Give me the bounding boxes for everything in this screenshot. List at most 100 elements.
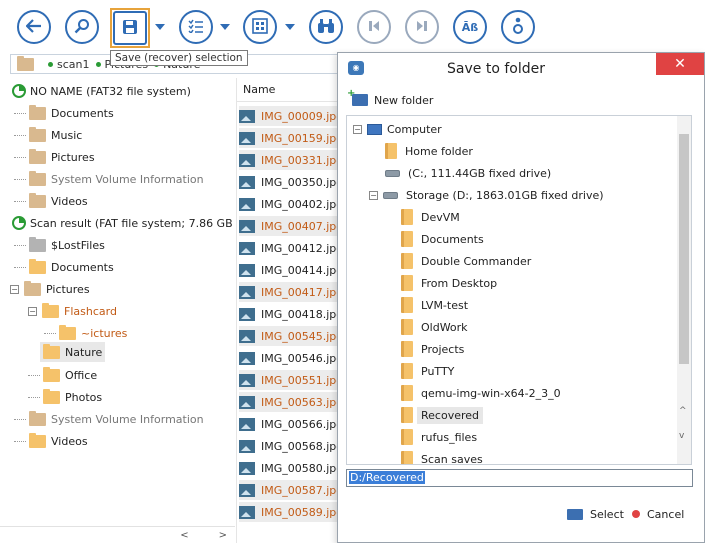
destination-path-input[interactable]: D:/Recovered	[346, 469, 693, 487]
select-list-button[interactable]	[179, 10, 213, 44]
folder-icon	[29, 410, 46, 426]
tree-item-scan-documents[interactable]: Documents	[14, 256, 114, 278]
tree-item-scan-videos[interactable]: Videos	[14, 430, 88, 452]
file-name: IMG_00412.jpg	[261, 241, 338, 255]
file-row[interactable]: IMG_00407.jpg	[239, 216, 338, 236]
breadcrumb-folder-icon	[17, 55, 34, 71]
tree-item-music[interactable]: Music	[14, 124, 82, 146]
save-dropdown-arrow[interactable]	[155, 24, 165, 30]
folder-icon	[401, 297, 413, 313]
tree-item-nature[interactable]: Nature	[40, 342, 106, 362]
image-file-icon	[239, 505, 255, 519]
file-row[interactable]: IMG_00402.jpg	[239, 194, 338, 214]
file-name: IMG_00331.jpg	[261, 153, 338, 167]
scroll-down-button[interactable]: v	[679, 431, 684, 441]
image-file-icon	[239, 263, 255, 277]
file-row[interactable]: IMG_00417.jpg	[239, 282, 338, 302]
file-row[interactable]: IMG_00546.jpg	[239, 348, 338, 368]
tree-item-documents[interactable]: Documents	[14, 102, 114, 124]
file-row[interactable]: IMG_00159.jpg	[239, 128, 338, 148]
file-row[interactable]: IMG_00412.jpg	[239, 238, 338, 258]
tree-node-home[interactable]: Home folder	[385, 140, 473, 162]
cancel-button[interactable]: Cancel	[632, 505, 684, 523]
tree-node-folder[interactable]: From Desktop	[401, 272, 497, 294]
file-row[interactable]: IMG_00545.jpg	[239, 326, 338, 346]
tree-item-pictures[interactable]: Pictures	[14, 146, 95, 168]
tree-node-folder[interactable]: qemu-img-win-x64-2_3_0	[401, 382, 561, 404]
grid-view-icon	[252, 17, 268, 37]
folder-name: From Desktop	[421, 276, 498, 290]
dialog-title-bar: ◉ Save to folder ✕	[338, 53, 704, 85]
tree-node-folder[interactable]: Projects	[401, 338, 464, 360]
file-row[interactable]: IMG_00418.jpg	[239, 304, 338, 324]
tree-item-videos[interactable]: Videos	[14, 190, 88, 212]
dialog-tree-scrollbar[interactable]: ^ v	[677, 116, 691, 464]
file-row[interactable]: IMG_00587.jpg	[239, 480, 338, 500]
file-row[interactable]: IMG_00568.jpg	[239, 436, 338, 456]
back-button[interactable]	[17, 10, 51, 44]
info-button[interactable]	[501, 10, 535, 44]
tree-item-scan-sysvol[interactable]: System Volume Information	[14, 408, 204, 430]
tree-item-sysvol[interactable]: System Volume Information	[14, 168, 204, 190]
folder-icon	[59, 324, 76, 340]
scroll-up-button[interactable]: ^	[679, 406, 687, 416]
search-button[interactable]	[65, 10, 99, 44]
select-dropdown-arrow[interactable]	[220, 24, 230, 30]
close-button[interactable]: ✕	[656, 53, 704, 75]
tree-horizontal-scrollbar[interactable]: < >	[0, 526, 235, 543]
folder-icon	[401, 231, 413, 247]
file-row[interactable]: IMG_00566.jpg	[239, 414, 338, 434]
view-mode-button[interactable]	[243, 10, 277, 44]
new-folder-button[interactable]: New folder	[347, 88, 433, 109]
tree-node-folder[interactable]: Scan saves	[401, 448, 483, 464]
folder-icon	[401, 429, 413, 445]
file-row[interactable]: IMG_00414.jpg	[239, 260, 338, 280]
tree-node-folder[interactable]: OldWork	[401, 316, 468, 338]
file-row[interactable]: IMG_00551.jpg	[239, 370, 338, 390]
tree-node-folder[interactable]: PuTTY	[401, 360, 454, 382]
tree-volume-noname[interactable]: NO NAME (FAT32 file system)	[12, 80, 191, 102]
tree-node-storage[interactable]: − Storage (D:, 1863.01GB fixed drive)	[369, 184, 604, 206]
tree-item-office[interactable]: Office	[28, 364, 97, 386]
tree-node-folder[interactable]: Documents	[401, 228, 484, 250]
previous-button[interactable]	[357, 10, 391, 44]
new-folder-icon	[347, 88, 368, 106]
view-dropdown-arrow[interactable]	[285, 24, 295, 30]
tree-node-folder[interactable]: DevVM	[401, 206, 460, 228]
collapse-icon[interactable]: −	[28, 306, 37, 316]
breadcrumb-item-scan1[interactable]: scan1	[48, 58, 90, 71]
save-recover-button[interactable]	[113, 11, 147, 45]
tree-node-folder[interactable]: LVM-test	[401, 294, 468, 316]
file-name: IMG_00009.jpg	[261, 109, 338, 123]
find-button[interactable]	[309, 10, 343, 44]
tree-node-drive-c[interactable]: (C:, 111.44GB fixed drive)	[385, 162, 551, 184]
scrollbar-thumb[interactable]	[679, 134, 689, 364]
select-button[interactable]: Select	[567, 505, 624, 523]
collapse-icon[interactable]: −	[10, 284, 19, 294]
file-row[interactable]: IMG_00331.jpg	[239, 150, 338, 170]
encoding-button[interactable]: Āß	[453, 10, 487, 44]
tree-node-computer[interactable]: − Computer	[353, 118, 442, 140]
tree-item-lostfiles[interactable]: $LostFiles	[14, 234, 105, 256]
file-row[interactable]: IMG_00563.jpg	[239, 392, 338, 412]
tree-item-scan-pictures[interactable]: − Pictures	[10, 278, 90, 300]
tree-item-photos[interactable]: Photos	[28, 386, 102, 408]
tree-node-folder[interactable]: Double Commander	[401, 250, 531, 272]
collapse-icon[interactable]: −	[353, 124, 362, 134]
tree-item-tilde-pictures[interactable]: ~ictures	[44, 322, 127, 344]
file-name: IMG_00418.jpg	[261, 307, 338, 321]
tree-node-folder[interactable]: rufus_files	[401, 426, 477, 448]
tree-node-folder[interactable]: Recovered	[401, 404, 484, 426]
file-row[interactable]: IMG_00009.jpg	[239, 106, 338, 126]
file-row[interactable]: IMG_00580.jpg	[239, 458, 338, 478]
file-row[interactable]: IMG_00589.jpg	[239, 502, 338, 522]
next-button[interactable]	[405, 10, 439, 44]
tree-scan-result[interactable]: Scan result (FAT file system; 7.86 GB in…	[12, 212, 235, 234]
tree-item-flashcard[interactable]: − Flashcard	[28, 300, 117, 322]
column-header-name[interactable]: Name	[237, 78, 338, 102]
scroll-left-button[interactable]: <	[180, 530, 188, 541]
image-file-icon	[239, 483, 255, 497]
file-row[interactable]: IMG_00350.jpg	[239, 172, 338, 192]
collapse-icon[interactable]: −	[369, 190, 378, 200]
scroll-right-button[interactable]: >	[219, 530, 227, 541]
